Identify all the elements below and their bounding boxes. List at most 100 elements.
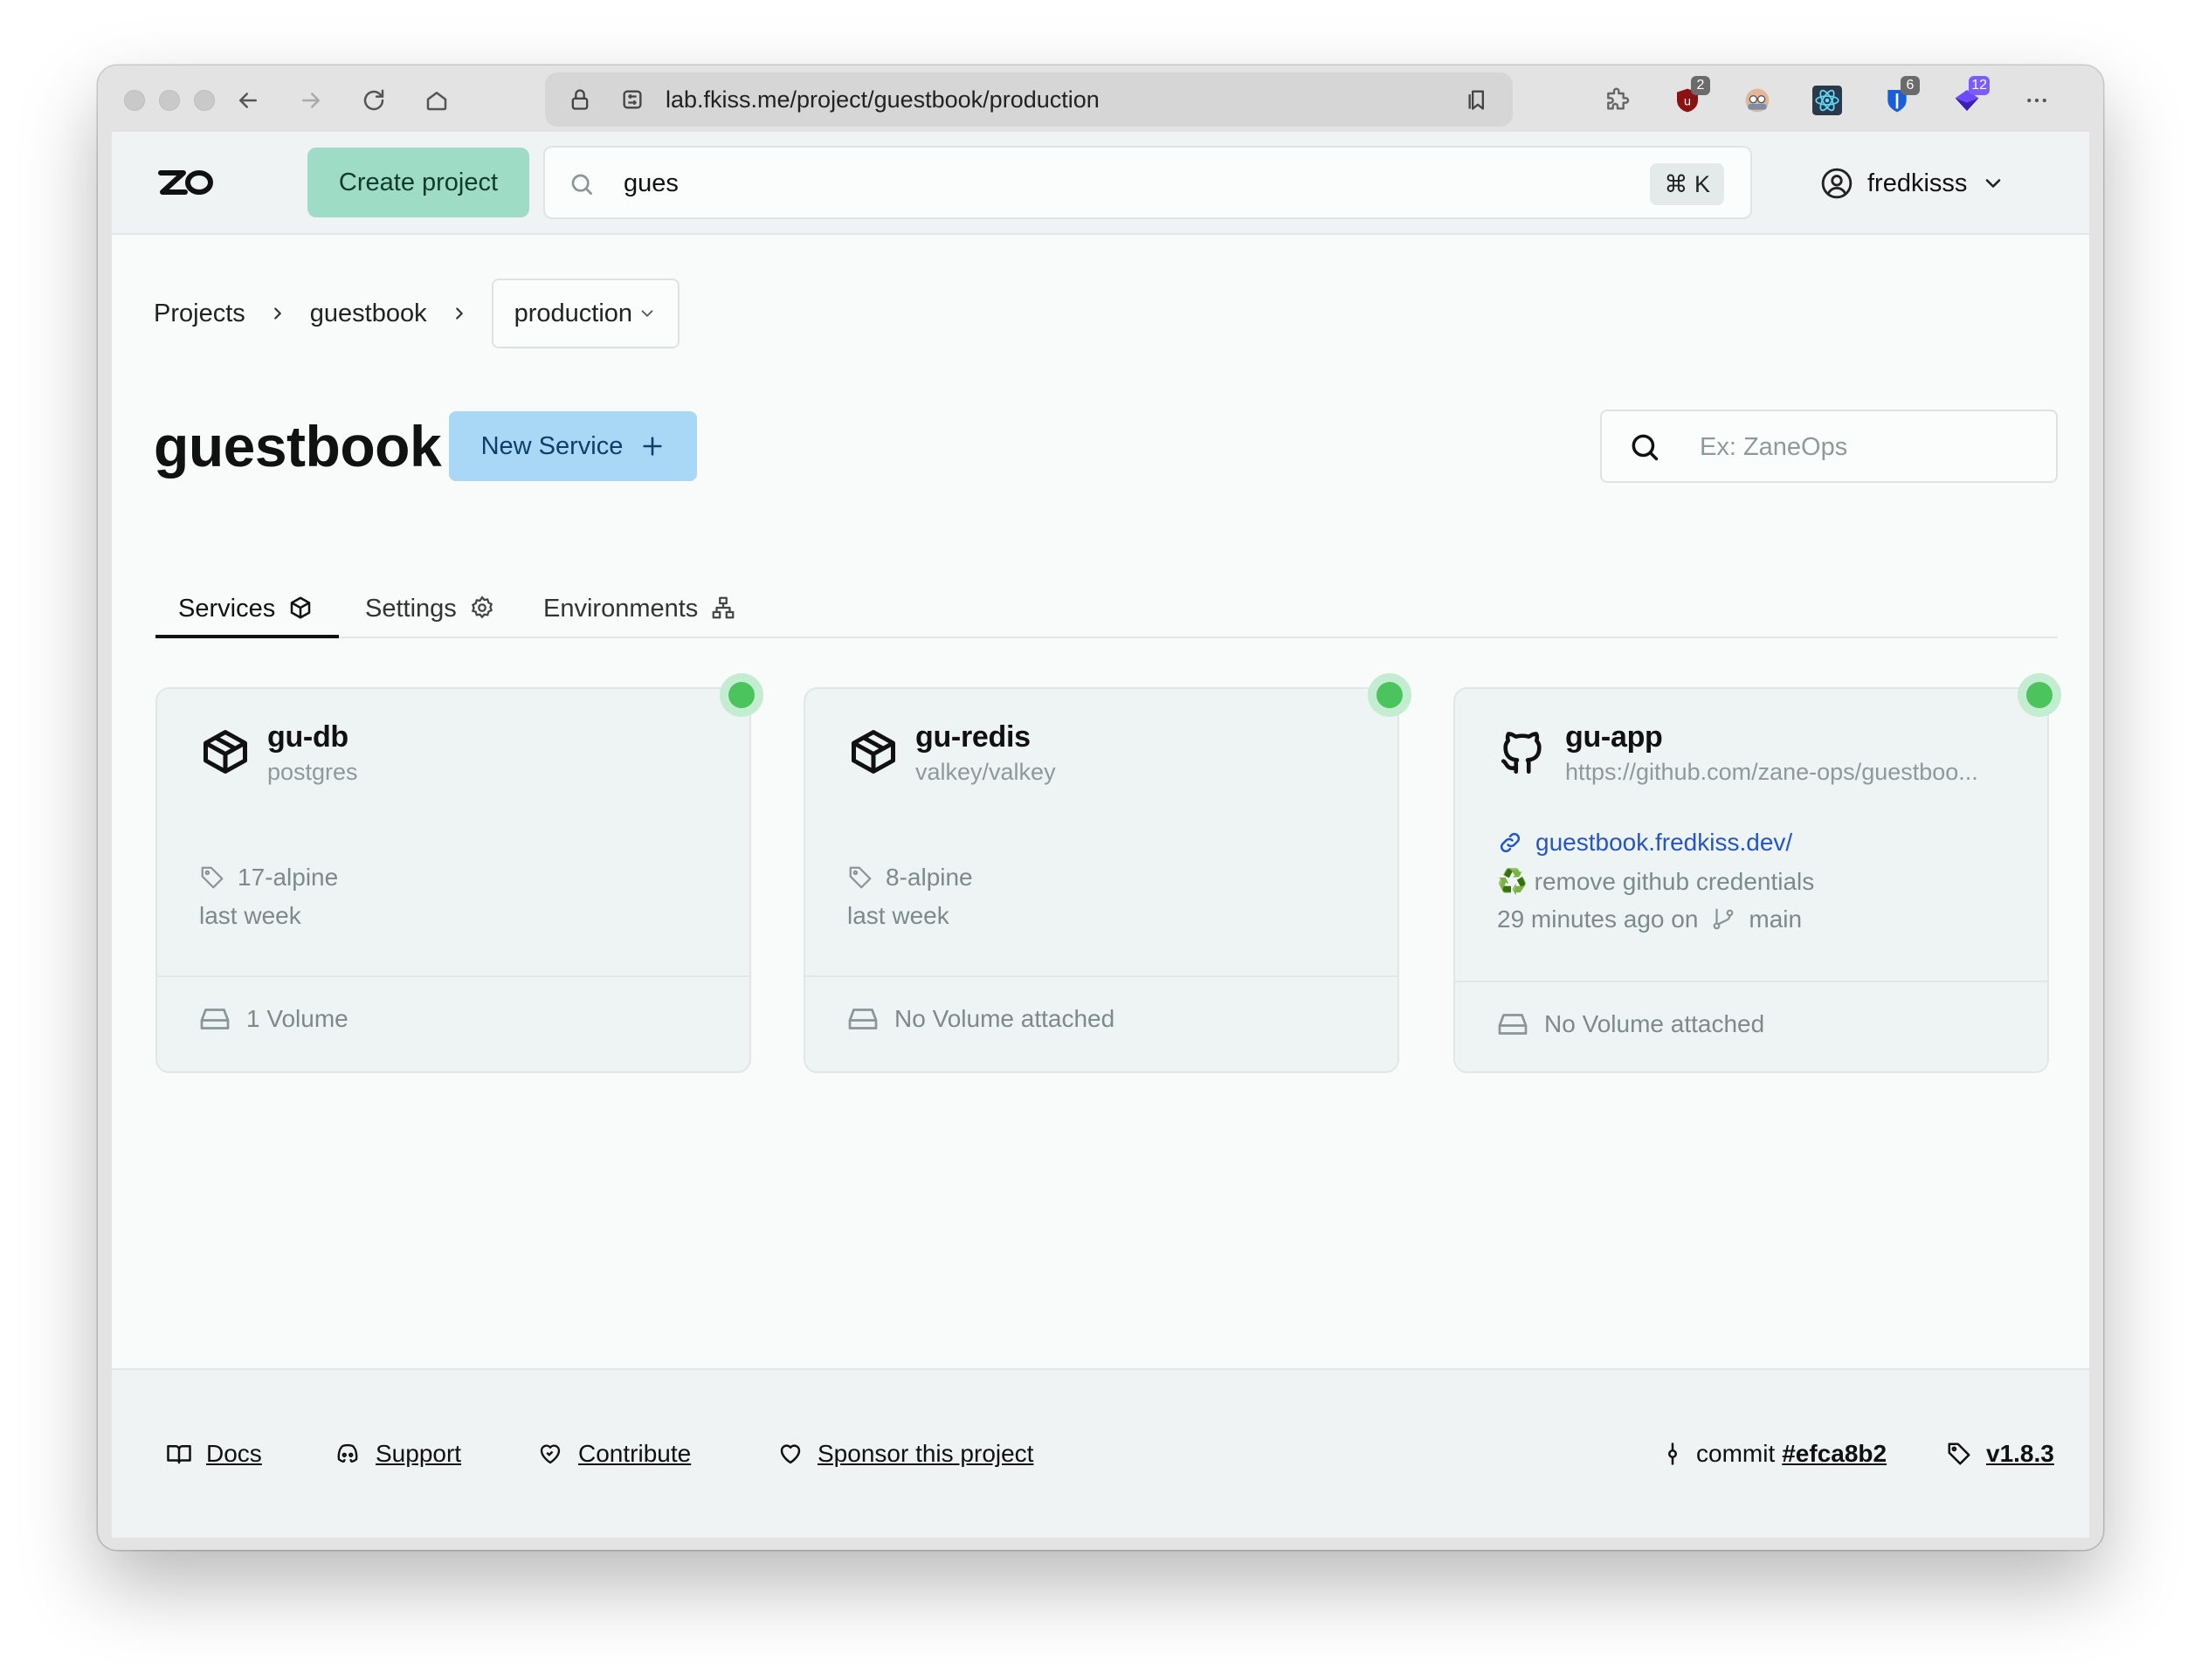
tab-environments-label: Environments — [543, 595, 699, 623]
hard-drive-icon — [1498, 1014, 1528, 1035]
lock-icon — [571, 89, 589, 110]
home-button[interactable] — [417, 81, 456, 120]
link-icon — [1500, 832, 1521, 853]
service-tag-row: 17-alpine — [199, 864, 338, 892]
zoom-window-button[interactable] — [194, 90, 215, 111]
service-updated: last week — [847, 902, 949, 929]
service-card-gu-db[interactable]: gu-db postgres 17-alpine last week 1 Vol… — [155, 673, 763, 1073]
more-horizontal-icon — [2027, 98, 2046, 103]
status-indicator — [720, 673, 763, 717]
forward-button[interactable] — [292, 81, 330, 120]
volume-label: No Volume attached — [894, 1005, 1115, 1032]
tab-settings[interactable]: Settings — [365, 586, 495, 638]
heart-icon — [780, 1444, 801, 1464]
service-repository: https://github.com/zane-ops/guestboo... — [1565, 759, 1978, 785]
command-search-input[interactable] — [624, 165, 1584, 202]
volume-label: No Volume attached — [1544, 1010, 1765, 1037]
branch-name: main — [1749, 905, 1803, 933]
tag-icon — [1948, 1442, 1970, 1465]
volume-info: 1 Volume — [199, 1005, 348, 1033]
service-card-gu-app[interactable]: gu-app https://github.com/zane-ops/guest… — [1453, 673, 2061, 1073]
service-url-row: guestbook.fredkiss.dev/ — [1497, 829, 1792, 857]
new-service-button[interactable]: New Service — [449, 411, 697, 481]
search-icon — [1632, 434, 1659, 461]
environment-select[interactable]: production — [491, 279, 680, 348]
contribute-link[interactable]: Contribute — [536, 1440, 691, 1468]
support-link[interactable]: Support — [334, 1440, 461, 1468]
docs-label: Docs — [206, 1440, 262, 1467]
address-bar[interactable]: lab.fkiss.me/project/guestbook/productio… — [545, 72, 1513, 127]
chevron-right-icon — [450, 304, 469, 323]
sponsor-link[interactable]: Sponsor this project — [777, 1440, 1033, 1468]
commit-hash-link[interactable]: #efca8b2 — [1782, 1440, 1887, 1468]
docs-link[interactable]: Docs — [166, 1440, 262, 1468]
breadcrumb-project[interactable]: guestbook — [310, 300, 427, 328]
volume-label: 1 Volume — [246, 1005, 348, 1032]
service-tag: 17-alpine — [238, 864, 339, 891]
close-window-button[interactable] — [124, 90, 145, 111]
service-updated: 29 minutes ago on — [1497, 905, 1699, 933]
ublock-extension[interactable]: u 2 — [1668, 76, 1710, 120]
tab-services-label: Services — [178, 595, 276, 623]
bitwarden-badge: 6 — [1901, 76, 1920, 95]
page-title: guestbook — [154, 414, 442, 479]
tab-services[interactable]: Services — [155, 586, 339, 638]
app-header: Create project ⌘ K fredkisss — [112, 132, 2089, 235]
hard-drive-icon — [200, 1009, 230, 1029]
service-updated: last week — [199, 902, 301, 929]
create-project-button[interactable]: Create project — [307, 148, 529, 217]
service-search-input[interactable] — [1700, 429, 2040, 465]
url-text: lab.fkiss.me/project/guestbook/productio… — [666, 86, 1100, 113]
mascot-extension[interactable] — [1738, 81, 1777, 120]
service-url-link[interactable]: guestbook.fredkiss.dev/ — [1535, 829, 1792, 857]
version-info: v1.8.3 — [1946, 1440, 2054, 1468]
home-icon — [426, 92, 447, 111]
gear-icon — [471, 596, 493, 619]
extensions-button[interactable] — [1598, 81, 1637, 120]
reload-button[interactable] — [355, 81, 393, 120]
search-icon — [571, 174, 592, 195]
version-link[interactable]: v1.8.3 — [1986, 1440, 2054, 1468]
status-indicator — [1368, 673, 1411, 717]
breadcrumb-projects[interactable]: Projects — [154, 300, 245, 328]
bookmark-icon[interactable] — [1466, 86, 1490, 113]
deploy-info-row: 29 minutes ago on main — [1497, 905, 1802, 933]
service-card-gu-redis[interactable]: gu-redis valkey/valkey 8-alpine last wee… — [804, 673, 1411, 1073]
book-icon — [167, 1445, 191, 1464]
cube-icon — [290, 596, 311, 619]
git-commit-icon — [1668, 1442, 1677, 1465]
service-name: gu-app — [1565, 720, 1663, 754]
site-settings-icon[interactable] — [620, 87, 645, 112]
bitwarden-extension[interactable]: 6 — [1878, 76, 1920, 120]
commit-label: commit — [1696, 1440, 1776, 1467]
proton-badge: 12 — [1969, 76, 1990, 95]
shortcut-hint: ⌘ K — [1650, 163, 1724, 205]
ublock-badge: 2 — [1691, 76, 1710, 95]
new-service-label: New Service — [480, 431, 624, 460]
tag-icon — [201, 866, 224, 889]
chevron-down-icon — [1986, 179, 2001, 188]
mascot-face-icon — [1745, 88, 1770, 113]
minimize-window-button[interactable] — [159, 90, 180, 111]
command-search[interactable]: ⌘ K — [543, 146, 1752, 219]
chevron-down-icon — [641, 310, 653, 317]
proton-extension[interactable]: 12 — [1948, 76, 1990, 120]
git-branch-icon — [1714, 908, 1734, 930]
username: fredkisss — [1867, 169, 1968, 197]
browser-menu-button[interactable] — [2018, 81, 2056, 120]
back-button[interactable] — [229, 81, 267, 120]
puzzle-icon — [1607, 87, 1630, 110]
docker-cube-icon — [852, 730, 895, 774]
card-divider — [157, 975, 749, 977]
github-icon — [1501, 732, 1542, 775]
volume-info: No Volume attached — [1497, 1010, 1764, 1038]
status-indicator — [2018, 673, 2061, 717]
breadcrumb: Projects guestbook production — [154, 279, 680, 348]
tab-environments[interactable]: Environments — [543, 586, 736, 638]
sponsor-label: Sponsor this project — [818, 1440, 1034, 1467]
react-devtools-extension[interactable] — [1808, 81, 1846, 120]
hard-drive-icon — [848, 1009, 878, 1029]
service-search[interactable] — [1600, 410, 2058, 483]
user-menu[interactable]: fredkisss — [1820, 167, 2005, 200]
zaneops-logo[interactable] — [155, 165, 217, 204]
